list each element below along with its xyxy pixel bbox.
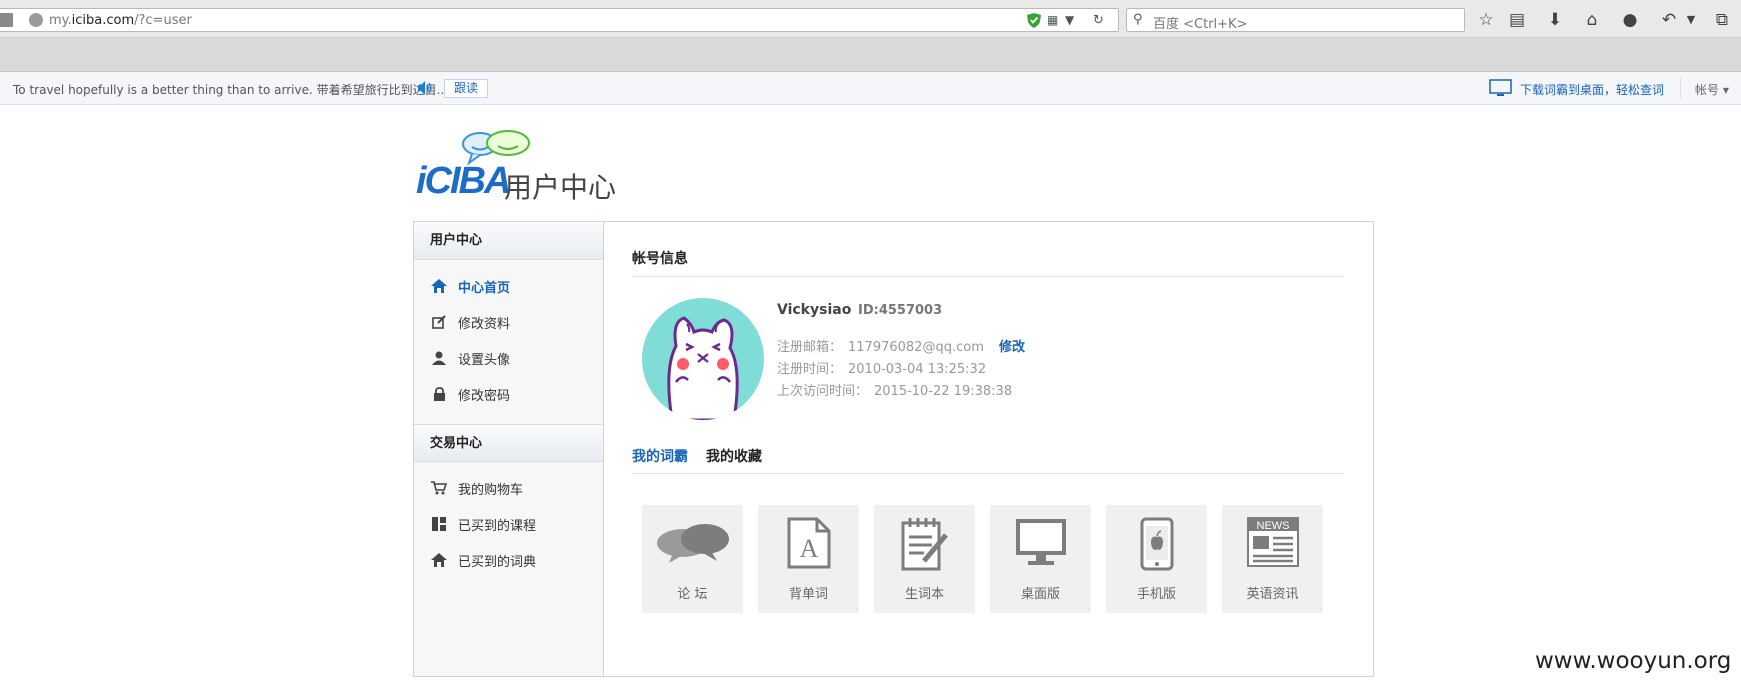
sidebar-item-home[interactable]: 中心首页 [414,268,603,304]
logo-subtitle: 用户中心 [504,171,617,204]
divider [1680,77,1681,99]
notepad-icon [901,518,948,571]
register-time-row: 注册时间： 2010-03-04 13:25:32 [777,358,986,377]
watermark: www.wooyun.org [1535,648,1732,674]
daily-sentence[interactable]: To travel hopefully is a better thing th… [13,81,448,98]
grid-icon [430,516,448,532]
phone-icon [1140,517,1173,571]
sidebar-item-dictionaries[interactable]: 已买到的词典 [414,542,603,578]
sidebar-item-label: 我的购物车 [458,482,524,498]
qrcode-icon[interactable]: ▦ [1047,13,1058,27]
register-time-value: 2010-03-04 13:25:32 [848,362,987,377]
chevron-down-icon[interactable]: ▼ [1680,9,1702,31]
edit-email-link[interactable]: 修改 [999,336,1025,355]
tab-my-iciba[interactable]: 我的词霸 [632,446,688,466]
divider [632,473,1344,474]
sidebar: 用户中心 中心首页 修改资料 设置头像 修改密码 交易中心 我的购物车 已买到的… [414,222,604,676]
username: Vickysiao [777,302,852,318]
chat-icon[interactable]: ● [1619,9,1641,31]
crop-icon[interactable]: ⧉ [1711,9,1733,31]
address-bar[interactable]: my.iciba.com/?c=user ▦ ▼ ↻ [0,8,1119,32]
document-a-icon: A [787,517,830,569]
speaker-icon[interactable] [417,80,433,96]
tile-label: 手机版 [1136,587,1176,602]
tile-label: 论 坛 [677,587,708,602]
app-tiles: 论 坛 A 背单词 生词本 桌面版 手机版 NEWS 英语资讯 [642,505,1342,613]
tab-my-favorites[interactable]: 我的收藏 [706,446,762,466]
main-content: 帐号信息 Vickysiao ID:4557003 注册邮箱： 117976082… [632,222,1344,676]
sidebar-item-label: 已买到的课程 [458,518,537,534]
tile-label: 生词本 [904,587,944,602]
iciba-logo[interactable]: iCIBA 用户中心 [416,130,616,204]
bookmarks-menu-icon[interactable]: ▤ [1506,9,1528,31]
tile-desktop[interactable]: 桌面版 [990,505,1091,613]
user-center-panel: 用户中心 中心首页 修改资料 设置头像 修改密码 交易中心 我的购物车 已买到的… [413,221,1374,677]
sidebar-item-label: 中心首页 [458,280,511,296]
email-label: 注册邮箱： [777,340,843,355]
last-visit-value: 2015-10-22 19:38:38 [874,384,1013,399]
news-icon: NEWS [1246,517,1299,567]
search-box[interactable]: ⚲ 百度 <Ctrl+K> [1126,8,1465,32]
sidebar-heading-user: 用户中心 [414,222,603,260]
home-icon [430,552,448,568]
svg-text:NEWS: NEWS [1256,520,1289,532]
sidebar-item-password[interactable]: 修改密码 [414,376,603,412]
reload-icon[interactable]: ↻ [1093,13,1104,28]
tile-recite-words[interactable]: A 背单词 [758,505,859,613]
sidebar-item-avatar[interactable]: 设置头像 [414,340,603,376]
browser-toolbar: my.iciba.com/?c=user ▦ ▼ ↻ ⚲ 百度 <Ctrl+K>… [0,0,1741,38]
sidebar-item-edit-profile[interactable]: 修改资料 [414,304,603,340]
sidebar-item-courses[interactable]: 已买到的课程 [414,506,603,542]
register-time-label: 注册时间： [777,362,843,377]
shield-icon[interactable] [1027,13,1041,28]
chat-bubbles-icon [656,524,729,563]
last-visit-label: 上次访问时间： [777,384,869,399]
email-value: 117976082@qq.com [848,340,984,355]
edit-icon [430,314,448,330]
monitor-icon [1489,79,1512,96]
download-icon[interactable]: ⬇ [1544,9,1566,31]
brand-wordmark: iCIBA [416,160,511,202]
user-icon [430,350,448,366]
home-icon [430,278,448,294]
site-identity-icon[interactable] [29,13,43,27]
tile-label: 英语资讯 [1246,587,1299,602]
undo-icon[interactable]: ↶ [1658,9,1680,31]
tile-english-news[interactable]: NEWS 英语资讯 [1222,505,1323,613]
url-text: my.iciba.com/?c=user [49,13,192,28]
tile-label: 背单词 [788,587,828,602]
search-icon: ⚲ [1133,12,1143,27]
sidebar-item-label: 设置头像 [458,352,511,368]
tile-label: 桌面版 [1020,587,1060,602]
svg-text:A: A [799,534,818,563]
tile-mobile[interactable]: 手机版 [1106,505,1207,613]
chevron-down-icon[interactable]: ▼ [1065,13,1074,27]
sidebar-item-cart[interactable]: 我的购物车 [414,470,603,506]
download-desktop-link[interactable]: 下载词霸到桌面，轻松查词 [1520,81,1664,98]
follow-read-button[interactable]: 跟读 [444,79,489,98]
section-title: 帐号信息 [632,251,688,267]
tile-forum[interactable]: 论 坛 [642,505,743,613]
sidebar-item-label: 修改资料 [458,316,511,332]
avatar[interactable] [642,298,764,420]
cart-icon [430,480,448,496]
user-id: ID:4557003 [858,303,943,318]
email-row: 注册邮箱： 117976082@qq.com [777,336,984,355]
sidebar-heading-trade: 交易中心 [414,424,603,462]
monitor-icon [1015,519,1066,565]
sidebar-item-label: 已买到的词典 [458,554,537,570]
sidebar-item-label: 修改密码 [458,388,511,404]
bookmarks-toolbar [0,38,1741,72]
divider [632,276,1344,277]
lock-icon [430,386,448,402]
search-input[interactable]: 百度 <Ctrl+K> [1153,13,1247,32]
home-icon[interactable]: ⌂ [1581,9,1603,31]
iciba-topbar: To travel hopefully is a better thing th… [0,72,1741,105]
bookmark-star-icon[interactable]: ☆ [1475,9,1497,31]
last-visit-row: 上次访问时间： 2015-10-22 19:38:38 [777,380,1012,399]
tile-wordbook[interactable]: 生词本 [874,505,975,613]
account-menu[interactable]: 帐号 ▾ [1695,81,1729,98]
tab-list-icon[interactable] [0,13,13,27]
